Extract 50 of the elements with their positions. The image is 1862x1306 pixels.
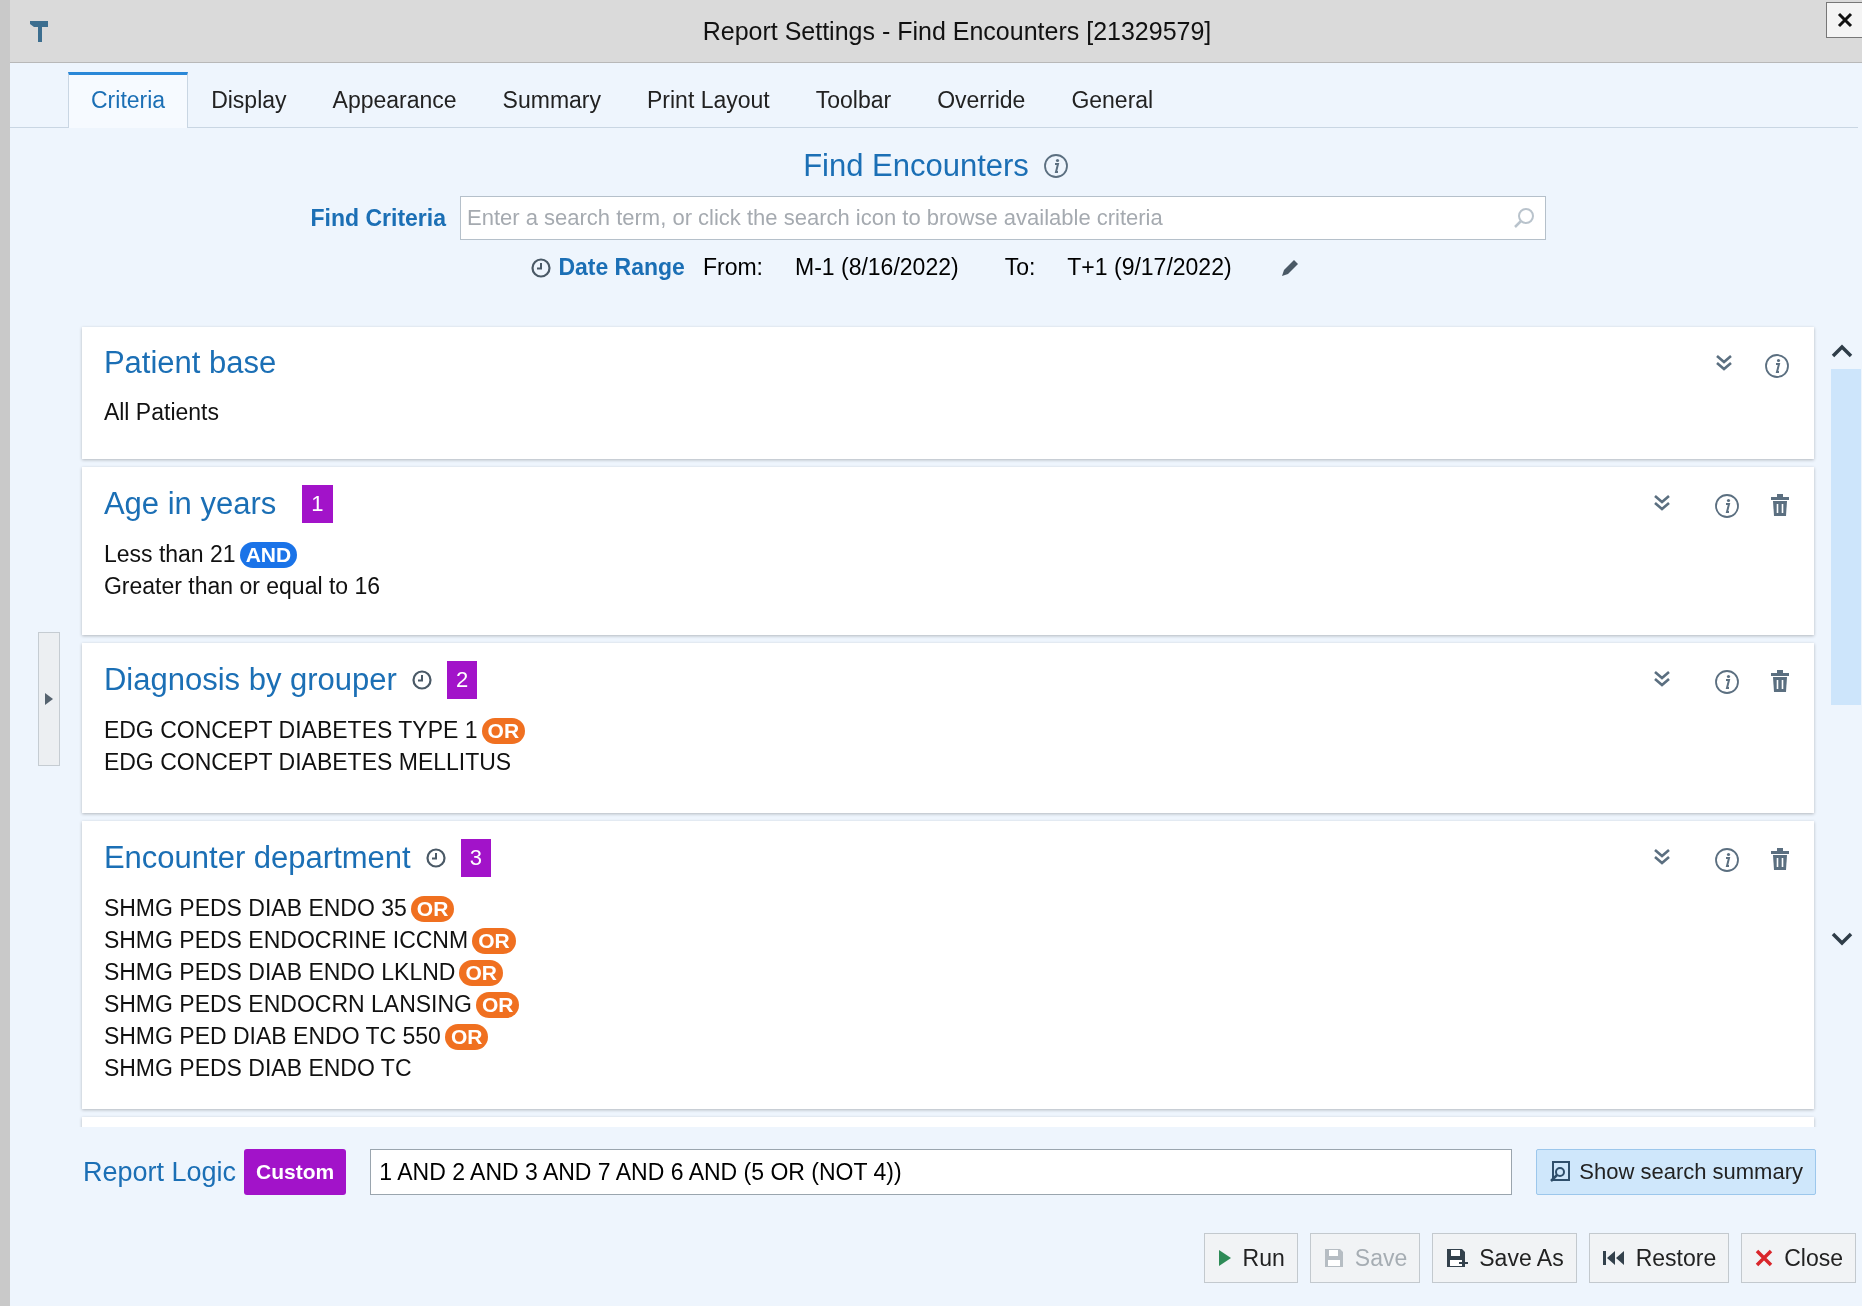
tab[interactable]: Display: [188, 74, 310, 128]
tab[interactable]: Summary: [479, 74, 624, 128]
criterion-value: Greater than or equal to 16: [103, 573, 381, 600]
criterion-number-badge: 3: [460, 839, 491, 877]
from-label: From:: [702, 254, 763, 281]
report-logic-label: Report Logic: [83, 1156, 237, 1188]
criterion-value: EDG CONCEPT DIABETES TYPE 1: [103, 717, 478, 744]
action-button[interactable]: Save As: [1432, 1233, 1577, 1283]
criterion-value: All Patients: [103, 399, 219, 426]
report-logic-field[interactable]: 1 AND 2 AND 3 AND 7 AND 6 AND (5 OR (NOT 4)): [370, 1149, 1513, 1195]
tab[interactable]: General: [1048, 74, 1177, 128]
connector-badge: OR: [444, 1023, 489, 1050]
search-field[interactable]: Enter a search term, or click the search icon to browse available criteria: [460, 196, 1546, 240]
criterion-value: SHMG PEDS DIAB ENDO LKLND: [103, 959, 456, 986]
tab[interactable]: Appearance: [309, 74, 480, 128]
tab[interactable]: Print Layout: [624, 74, 793, 128]
criterion-title: Diagnosis by grouper: [103, 662, 397, 698]
action-button[interactable]: Restore: [1588, 1233, 1730, 1283]
criterion-title: Encounter department: [103, 840, 411, 876]
criterion-number-badge: 2: [446, 661, 478, 699]
criterion-value: SHMG PEDS DIAB ENDO 35: [103, 895, 407, 922]
connector-badge: OR: [472, 927, 516, 954]
criterion-number-badge: 1: [302, 485, 333, 523]
action-button[interactable]: Close: [1741, 1233, 1856, 1283]
to-label: To:: [1004, 254, 1036, 281]
connector-badge: AND: [239, 541, 298, 568]
connector-badge: OR: [476, 991, 520, 1018]
criterion-value: SHMG PEDS ENDOCRN LANSING: [103, 991, 472, 1018]
connector-badge: OR: [410, 895, 455, 922]
date-range-link[interactable]: Date Range: [558, 254, 685, 281]
logic-mode-badge: Custom: [244, 1149, 347, 1195]
to-value: T+1 (9/17/2022): [1067, 254, 1232, 281]
connector-badge: OR: [481, 717, 526, 744]
connector-badge: OR: [459, 959, 503, 986]
tab[interactable]: Toolbar: [792, 74, 915, 128]
action-button[interactable]: Run: [1203, 1233, 1298, 1283]
tab[interactable]: Criteria: [68, 72, 189, 128]
criterion-value: EDG CONCEPT DIABETES MELLITUS: [103, 749, 512, 776]
tab[interactable]: Override: [914, 74, 1049, 128]
criterion-value: SHMG PEDS DIAB ENDO TC: [103, 1055, 412, 1082]
find-criteria-label: Find Criteria: [309, 204, 448, 232]
page-heading: Find Encounters: [803, 148, 1029, 184]
criterion-value: SHMG PEDS ENDOCRINE ICCNM: [103, 927, 469, 954]
criterion-value: SHMG PED DIAB ENDO TC 550: [103, 1023, 441, 1050]
criterion-title: Patient base: [103, 345, 277, 381]
criterion-title: Age in years: [103, 486, 277, 522]
from-value: M-1 (8/16/2022): [795, 254, 959, 281]
window-title: Report Settings - Find Encounters [21329579]: [701, 16, 1213, 46]
show-search-summary-button[interactable]: Show search summary: [1536, 1149, 1816, 1195]
criterion-value: Less than 21: [103, 541, 236, 568]
